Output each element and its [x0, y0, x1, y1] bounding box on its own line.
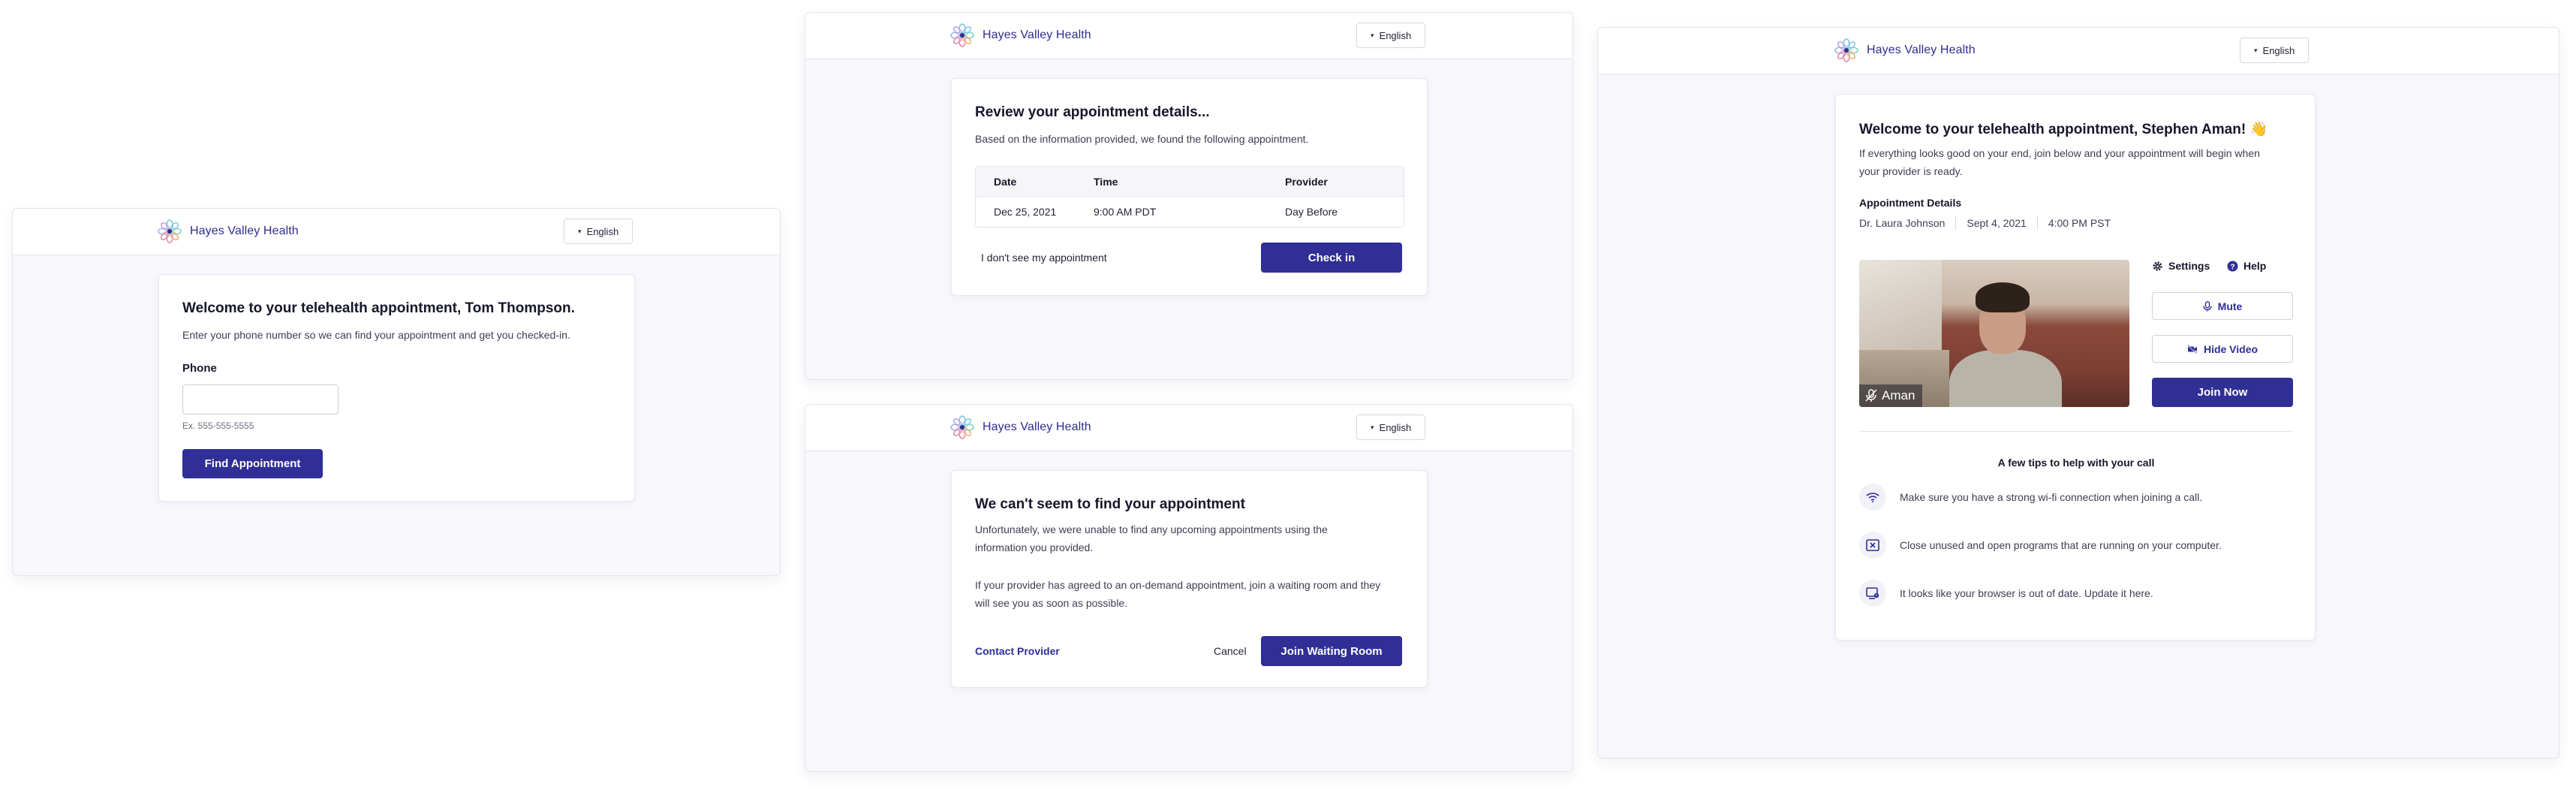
brand[interactable]: Hayes Valley Health [949, 23, 1091, 48]
phone-hint: Ex. 555-555-5555 [182, 421, 254, 431]
hide-video-button[interactable]: Hide Video [2152, 335, 2293, 363]
table-header: Date Time Provider [976, 167, 1404, 197]
language-label: English [586, 225, 619, 237]
brand-name: Hayes Valley Health [983, 29, 1091, 41]
tip-text: Make sure you have a strong wi-fi connec… [1900, 491, 2203, 503]
logo-icon [949, 23, 975, 48]
not-found-paragraph-2: If your provider has agreed to an on-dem… [975, 579, 1381, 609]
mic-off-icon [1865, 389, 1877, 402]
brand-name: Hayes Valley Health [190, 225, 299, 237]
chevron-down-icon: ▾ [2254, 46, 2258, 54]
language-select[interactable]: ▾ English [564, 219, 633, 244]
language-select[interactable]: ▾ English [1356, 415, 1426, 440]
page-title: We can't seem to find your appointment [975, 496, 1245, 512]
join-now-button[interactable]: Join Now [2152, 378, 2293, 407]
contact-provider-link[interactable]: Contact Provider [975, 645, 1060, 657]
chevron-down-icon: ▾ [1371, 423, 1374, 431]
phone-input[interactable] [182, 384, 339, 415]
language-label: English [1379, 421, 1412, 433]
appointment-time: 4:00 PM PST [2048, 217, 2111, 229]
telehealth-card: Welcome to your telehealth appointment, … [1835, 94, 2316, 641]
review-appointment-screen: Hayes Valley Health ▾ English Review you… [805, 12, 1573, 380]
brand-name: Hayes Valley Health [983, 421, 1091, 433]
language-select[interactable]: ▾ English [2240, 38, 2310, 63]
tips-heading: A few tips to help with your call [1997, 457, 2155, 469]
page-subtitle: If everything looks good on your end, jo… [1859, 147, 2260, 177]
participant-name: Aman [1882, 388, 1915, 403]
settings-label: Settings [2168, 260, 2210, 272]
brand-name: Hayes Valley Health [1867, 44, 1976, 56]
mic-icon [2202, 300, 2212, 311]
help-icon: ? [2227, 260, 2238, 272]
not-found-card: We can't seem to find your appointment U… [951, 470, 1428, 688]
hide-video-label: Hide Video [2203, 342, 2259, 355]
brand[interactable]: Hayes Valley Health [949, 415, 1091, 440]
language-select[interactable]: ▾ English [1356, 23, 1426, 48]
tip-text: Close unused and open programs that are … [1900, 539, 2222, 551]
close-window-icon [1859, 532, 1886, 559]
mute-label: Mute [2217, 300, 2243, 312]
page-title: Review your appointment details... [975, 104, 1210, 120]
browser-update-icon [1859, 580, 1886, 607]
phone-label: Phone [182, 362, 217, 375]
participant-badge: Aman [1859, 384, 1923, 407]
appointment-details-heading: Appointment Details [1859, 197, 1962, 209]
page-subtitle: Enter your phone number so we can find y… [182, 329, 570, 341]
not-my-appointment-link[interactable]: I don't see my appointment [981, 252, 1107, 264]
column-time: Time [1094, 176, 1118, 188]
video-off-icon [2187, 344, 2197, 354]
tip-item[interactable]: It looks like your browser is out of dat… [1859, 580, 2153, 607]
tip-item: Make sure you have a strong wi-fi connec… [1859, 484, 2202, 511]
logo-icon [1834, 38, 1859, 63]
brand[interactable]: Hayes Valley Health [1834, 38, 1976, 63]
appointment-date: Sept 4, 2021 [1967, 217, 2027, 229]
find-card: Welcome to your telehealth appointment, … [158, 274, 635, 502]
cell-time: 9:00 AM PDT [1094, 206, 1157, 218]
mute-button[interactable]: Mute [2152, 292, 2293, 320]
logo-icon [157, 219, 182, 244]
top-bar: Hayes Valley Health ▾ English [805, 405, 1572, 451]
divider [2036, 216, 2038, 230]
appointment-table: Date Time Provider Dec 25, 2021 9:00 AM … [975, 166, 1404, 228]
top-bar: Hayes Valley Health ▾ English [13, 209, 780, 255]
cell-date: Dec 25, 2021 [994, 206, 1057, 218]
wifi-icon [1859, 484, 1886, 511]
help-button[interactable]: ? Help [2227, 260, 2266, 272]
chevron-down-icon: ▾ [1371, 31, 1374, 39]
find-appointment-button[interactable]: Find Appointment [182, 449, 323, 478]
tip-text: It looks like your browser is out of dat… [1900, 587, 2153, 599]
language-label: English [1379, 29, 1412, 41]
appointment-details-row: Dr. Laura Johnson Sept 4, 2021 4:00 PM P… [1859, 216, 2111, 230]
top-bar: Hayes Valley Health ▾ English [805, 13, 1572, 59]
check-in-button[interactable]: Check in [1261, 243, 1402, 273]
section-divider [1859, 431, 2293, 432]
page-title: Welcome to your telehealth appointment, … [1859, 122, 2268, 137]
gear-icon [2153, 261, 2162, 271]
join-waiting-room-button[interactable]: Join Waiting Room [1261, 636, 1402, 666]
video-preview: Aman [1859, 260, 2129, 407]
table-row[interactable]: Dec 25, 2021 9:00 AM PDT Day Before [976, 197, 1404, 227]
provider-name: Dr. Laura Johnson [1859, 217, 1946, 229]
settings-button[interactable]: Settings [2152, 260, 2210, 272]
page-subtitle: Based on the information provided, we fo… [975, 133, 1309, 145]
top-bar: Hayes Valley Health ▾ English [1598, 28, 2559, 74]
cancel-button[interactable]: Cancel [1214, 645, 1247, 657]
svg-text:?: ? [2230, 263, 2234, 271]
page-title: Welcome to your telehealth appointment, … [182, 300, 575, 316]
appointment-not-found-screen: Hayes Valley Health ▾ English We can't s… [805, 404, 1573, 772]
logo-icon [949, 415, 975, 440]
telehealth-precall-screen: Hayes Valley Health ▾ English Welcome to… [1597, 27, 2559, 758]
find-appointment-screen: Hayes Valley Health ▾ English Welcome to… [12, 208, 781, 576]
review-card: Review your appointment details... Based… [951, 78, 1428, 296]
divider [1955, 216, 1957, 230]
tip-item: Close unused and open programs that are … [1859, 532, 2222, 559]
language-label: English [2262, 44, 2295, 56]
column-date: Date [994, 176, 1017, 188]
help-label: Help [2243, 260, 2267, 272]
chevron-down-icon: ▾ [578, 227, 582, 235]
not-found-paragraph-1: Unfortunately, we were unable to find an… [975, 523, 1328, 553]
brand[interactable]: Hayes Valley Health [157, 219, 299, 244]
cell-provider: Day Before [1285, 206, 1338, 218]
column-provider: Provider [1285, 176, 1328, 188]
